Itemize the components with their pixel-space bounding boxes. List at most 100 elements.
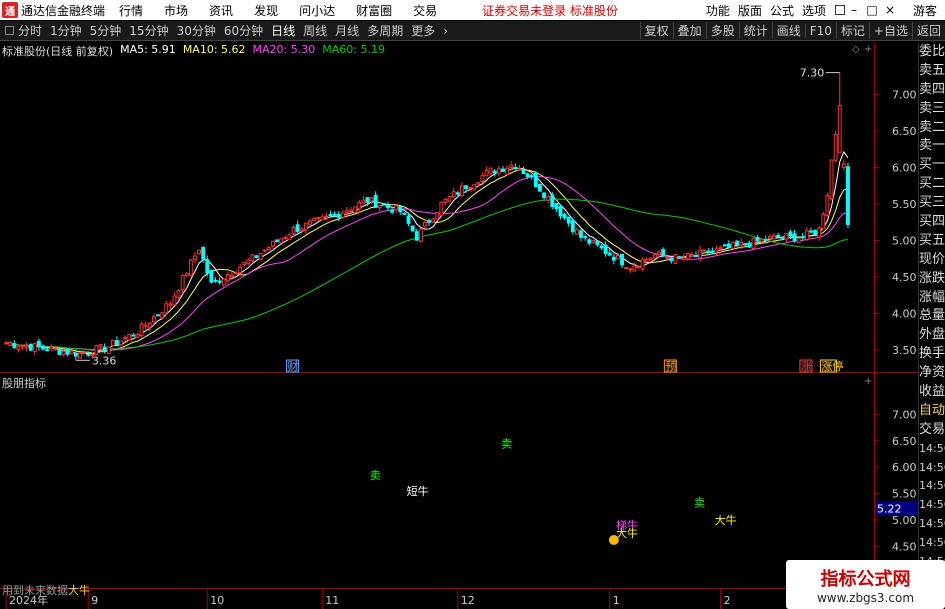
date-tick-label: 10 (210, 594, 224, 607)
right-panel-item[interactable]: 自动 (919, 402, 945, 421)
right-panel-item[interactable]: 收益 (919, 383, 945, 402)
candle-body (147, 322, 152, 328)
candle-body (78, 352, 82, 359)
candle-body (373, 194, 378, 208)
candle-body (825, 195, 830, 217)
right-panel-item[interactable]: 现价 (919, 251, 945, 270)
candle-body (106, 346, 111, 354)
candle-body (381, 203, 386, 206)
low-price-label: 3.36 (92, 354, 117, 367)
candle-body (583, 236, 588, 239)
right-panel-item[interactable]: 外盘 (919, 326, 945, 345)
indicator-signal: 大牛 (715, 513, 737, 527)
candle-body (328, 214, 333, 217)
right-panel-item[interactable]: 买一 (919, 156, 945, 175)
candle-body (698, 249, 703, 259)
candle-body (628, 268, 633, 271)
candle-body (427, 220, 431, 224)
kline-chart[interactable]: 7.00 6.50 6.00 5.50 5.00 4.50 4.00 3.50 7.00 6.50… (0, 0, 945, 609)
candle-body (377, 205, 382, 209)
right-panel-item[interactable]: 卖二 (919, 119, 945, 138)
candle-body (796, 237, 801, 244)
candle-body (558, 206, 563, 217)
candle-body (193, 255, 197, 260)
candle-body (303, 222, 308, 231)
price-tick-label: 4.50 (892, 271, 917, 284)
candle-body (841, 163, 846, 169)
event-tag-label: 预 (665, 360, 676, 373)
candle-body (242, 261, 247, 266)
indicator-tick-label: 4.50 (892, 540, 917, 553)
candle-body (156, 314, 160, 317)
candle-body (266, 247, 271, 250)
right-panel-item[interactable]: 14:56 (919, 459, 945, 478)
price-tick-label: 5.00 (892, 235, 917, 248)
right-panel-item[interactable]: 14:56 (919, 440, 945, 459)
candle-body (418, 228, 423, 242)
right-panel-item[interactable]: 卖一 (919, 137, 945, 156)
candle-body (168, 303, 173, 306)
right-panel-item[interactable]: 净资 (919, 364, 945, 383)
right-panel-item[interactable]: 14:56 (919, 477, 945, 496)
event-tag-label: 涨停 (821, 359, 843, 373)
candle-body (776, 234, 781, 238)
candle-body (476, 182, 481, 185)
right-panel-item[interactable]: 涨跌 (919, 270, 945, 289)
candle-body (817, 227, 822, 238)
candle-body (599, 245, 604, 249)
right-panel-item[interactable]: 换手 (919, 345, 945, 364)
candle-body (480, 175, 485, 183)
candle-body (209, 269, 214, 283)
candle-body (45, 349, 50, 352)
candle-body (509, 164, 514, 169)
right-panel-item[interactable]: 买二 (919, 175, 945, 194)
right-panel-item[interactable]: 买三 (919, 194, 945, 213)
candle-body (246, 259, 251, 265)
candle-body (644, 258, 649, 262)
right-panel-item[interactable]: 总量 (919, 307, 945, 326)
signal-dot (608, 535, 619, 545)
candle-body (496, 168, 501, 174)
candle-body (431, 218, 436, 223)
candle-body (780, 236, 785, 239)
indicator-tick-label: 6.00 (892, 461, 917, 474)
candle-body (123, 337, 128, 340)
candle-body (82, 352, 87, 355)
right-panel-item[interactable]: 买四 (919, 213, 945, 232)
candle-body (336, 213, 341, 218)
candle-body (542, 192, 546, 198)
candle-body (616, 254, 620, 260)
right-panel-item[interactable]: 卖五 (919, 62, 945, 81)
candle-body (176, 290, 181, 299)
candle-body (468, 186, 473, 189)
right-panel-item[interactable]: 14:56 (919, 496, 945, 515)
right-panel-item[interactable]: 买五 (919, 232, 945, 251)
indicator-tick-label: 7.00 (892, 408, 917, 421)
indicator-signal: 卖 (501, 437, 512, 450)
right-panel-item[interactable]: 涨幅 (919, 289, 945, 308)
price-tick-label: 5.50 (892, 198, 917, 211)
future-data-note: 用到未来数据大牛 (2, 582, 90, 598)
right-panel-item[interactable]: 14:56 (919, 515, 945, 534)
right-panel-item[interactable]: 卖四 (919, 81, 945, 100)
candle-body (620, 253, 625, 266)
right-panel-item[interactable]: 委比 (919, 43, 945, 62)
candle-body (813, 229, 818, 235)
candle-body (784, 233, 789, 240)
right-panel-item[interactable]: 14:56 (919, 534, 945, 553)
candle-body (164, 303, 169, 314)
ma10-line (6, 169, 848, 354)
right-panel-item[interactable]: 交易 (919, 421, 945, 440)
indicator-tick-label: 6.50 (892, 435, 917, 448)
right-panel-item[interactable]: 卖三 (919, 100, 945, 119)
candle-body (846, 166, 850, 225)
price-tick-label: 3.50 (892, 344, 917, 357)
price-tick-label: 4.00 (892, 308, 917, 321)
candle-body (443, 198, 448, 203)
candle-body (8, 342, 13, 347)
high-price-label: 7.30 (800, 67, 825, 80)
candle-body (369, 197, 374, 202)
indicator-signal: 大牛 (616, 526, 638, 540)
candle-body (739, 241, 744, 246)
candle-body (361, 199, 366, 204)
